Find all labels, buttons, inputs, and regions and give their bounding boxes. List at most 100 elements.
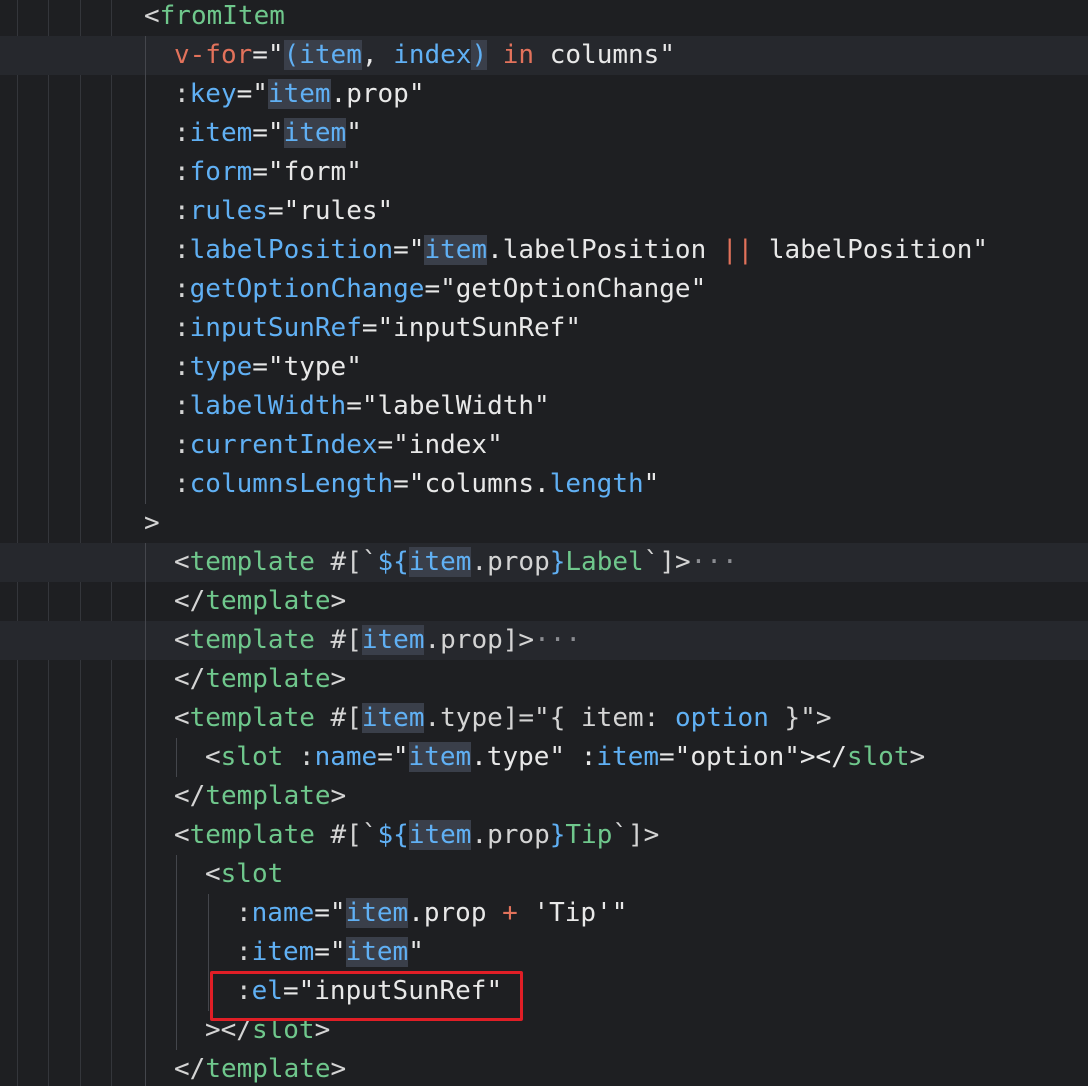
code-line[interactable]: :el="inputSunRef" [0,972,1088,1011]
code-line[interactable]: :currentIndex="index" [0,426,1088,465]
indent-guide [145,348,146,387]
code-token: template [189,820,315,850]
code-token: > [909,742,926,772]
code-token: .prop [471,547,550,577]
code-text: :inputSunRef="inputSunRef" [174,309,581,348]
code-token: template [205,586,331,616]
code-line[interactable]: ></slot> [0,1011,1088,1050]
code-line[interactable]: <fromItem [0,0,1088,36]
indent-guide [145,621,146,660]
code-line[interactable]: <slot [0,855,1088,894]
code-token: template [189,703,315,733]
code-line[interactable]: :type="type" [0,348,1088,387]
code-text: :rules="rules" [174,192,393,231]
code-token: name [314,742,378,772]
code-token: inputSunRef [189,313,362,343]
code-token: key [189,79,237,109]
code-line[interactable]: <template #[`${item.prop}Label`]>··· [0,543,1088,582]
code-line[interactable]: </template> [0,660,1088,699]
code-token: < [174,625,190,655]
indent-guide [145,543,146,582]
code-text: :type="type" [174,348,362,387]
code-token: #[` [314,547,378,577]
code-editor[interactable]: <fromItem v-for="(item, index) in columns… [0,0,1088,1086]
indent-guide [145,894,146,933]
code-line[interactable]: > [0,504,1088,543]
code-token: `]> [612,820,660,850]
code-token: slot [846,742,910,772]
code-token: : [174,274,190,304]
code-text: :currentIndex="index" [174,426,503,465]
indent-guide [145,582,146,621]
code-line[interactable]: :key="item.prop" [0,75,1088,114]
code-token: > [330,586,347,616]
code-token: item [299,40,362,70]
code-token: #[` [314,820,378,850]
code-token: </ [174,586,206,616]
code-token: item [424,235,488,265]
code-text: <template #[`${item.prop}Tip`]> [174,816,659,855]
code-token: .labelPosition [487,235,722,265]
indent-guide [145,75,146,114]
code-line[interactable]: :name="item.prop + 'Tip'" [0,894,1088,933]
code-token: v-for [174,40,253,70]
code-line[interactable]: :inputSunRef="inputSunRef" [0,309,1088,348]
code-text: <template #[`${item.prop}Label`]>··· [174,543,738,582]
code-token: > [144,508,160,538]
code-line[interactable]: :labelWidth="labelWidth" [0,387,1088,426]
code-token: < [174,547,190,577]
code-token: : [174,352,190,382]
code-line[interactable]: </template> [0,582,1088,621]
code-token: =" [314,937,346,967]
code-token: : [174,235,190,265]
indent-guide [145,387,146,426]
code-token: =" [236,79,268,109]
code-token: < [174,703,190,733]
code-token: .type" : [471,742,597,772]
code-line[interactable]: :item="item" [0,933,1088,972]
code-token: ="option"></ [659,742,847,772]
code-token: =" [252,118,284,148]
code-token: in [487,40,550,70]
code-line[interactable]: :item="item" [0,114,1088,153]
code-token: , [361,40,394,70]
code-line[interactable]: :rules="rules" [0,192,1088,231]
code-line[interactable]: <template #[item.prop]>··· [0,621,1088,660]
code-line[interactable]: v-for="(item, index) in columns" [0,36,1088,75]
code-token: > [330,1054,347,1084]
code-token: ${ [377,820,409,850]
code-line[interactable]: </template> [0,1050,1088,1086]
code-line[interactable]: :labelPosition="item.labelPosition || la… [0,231,1088,270]
code-token: Label [565,547,644,577]
indent-guide [176,855,177,894]
code-token: type [189,352,253,382]
code-line[interactable]: :columnsLength="columns.length" [0,465,1088,504]
indent-guide [176,1011,177,1050]
code-token: =" [314,898,346,928]
code-line[interactable]: </template> [0,777,1088,816]
code-token: item [596,742,660,772]
code-line[interactable]: :form="form" [0,153,1088,192]
code-line[interactable]: :getOptionChange="getOptionChange" [0,270,1088,309]
code-text: :labelPosition="item.labelPosition || la… [174,231,988,270]
code-text: v-for="(item, index) in columns" [174,36,675,75]
code-token: columnsLength [189,469,394,499]
code-token: || [721,235,754,265]
code-text: :form="form" [174,153,362,192]
code-token: template [205,781,331,811]
code-token: ${ [377,547,409,577]
code-token: columns" [549,40,675,70]
code-token: length [549,469,644,499]
code-token: " [408,937,424,967]
code-line[interactable]: <slot :name="item.type" :item="option"><… [0,738,1088,777]
code-line[interactable]: <template #[`${item.prop}Tip`]> [0,816,1088,855]
code-token: : [174,118,190,148]
code-text: </template> [174,660,346,699]
code-token: </ [174,1054,206,1084]
code-token: #[ [314,703,362,733]
indent-guide [176,972,177,1011]
code-line[interactable]: <template #[item.type]="{ item: option }… [0,699,1088,738]
indent-guide [145,192,146,231]
indent-guide [145,426,146,465]
code-token: ="columns. [393,469,550,499]
